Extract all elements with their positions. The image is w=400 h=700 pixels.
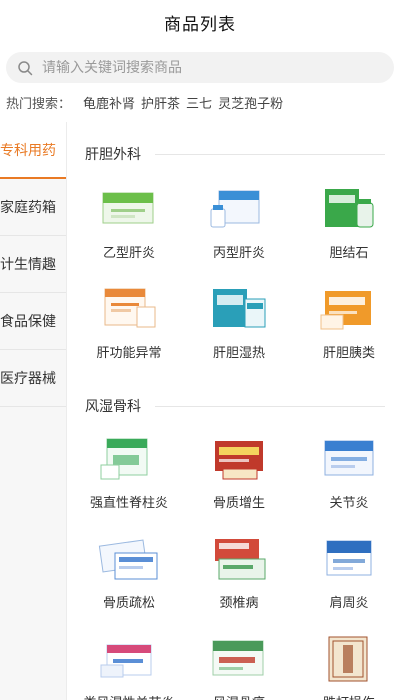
- product-item[interactable]: 骨质增生: [184, 434, 294, 514]
- product-item[interactable]: 胆结石: [294, 184, 400, 264]
- hot-search-item[interactable]: 龟鹿补肾: [83, 93, 135, 112]
- sidebar-item-specialty[interactable]: 专科用药: [0, 122, 66, 179]
- red-green-box-icon: [206, 534, 272, 584]
- sidebar-item-label: 食品保健: [0, 314, 56, 330]
- product-item[interactable]: 肝胆湿热: [184, 284, 294, 364]
- product-label: 风湿骨痛: [213, 692, 265, 700]
- product-item[interactable]: 关节炎: [294, 434, 400, 514]
- product-item[interactable]: 肝胆胰类: [294, 284, 400, 364]
- section-title-text: 肝胆外科: [85, 147, 141, 163]
- section-title: 风湿骨科: [85, 396, 385, 416]
- green-drug-box-icon: [96, 434, 162, 484]
- product-label: 强直性脊柱炎: [89, 496, 168, 511]
- green-box-bottle-icon: [316, 184, 382, 234]
- product-label: 肝功能异常: [96, 346, 162, 361]
- category-sidebar: 专科用药 家庭药箱 计生情趣 食品保健 医疗器械: [0, 122, 67, 700]
- section-title-text: 风湿骨科: [85, 399, 141, 415]
- product-item[interactable]: 跌打损伤: [294, 634, 400, 700]
- hot-search-item[interactable]: 灵芝孢子粉: [218, 93, 283, 112]
- product-item[interactable]: 肩周炎: [294, 534, 400, 614]
- product-item[interactable]: 丙型肝炎: [184, 184, 294, 264]
- product-label: 骨质增生: [212, 496, 265, 511]
- sidebar-item-label: 家庭药箱: [0, 200, 56, 216]
- red-drug-box-icon: [206, 434, 272, 484]
- search-bar[interactable]: [6, 52, 394, 83]
- green-red-box-icon: [206, 634, 272, 684]
- top-bar: 商品列表: [0, 0, 400, 44]
- sidebar-item-label: 医疗器械: [0, 371, 56, 387]
- product-label: 肩周炎: [329, 596, 369, 611]
- hot-search-label: 热门搜索：: [6, 96, 72, 112]
- product-item[interactable]: 骨质疏松: [74, 534, 184, 614]
- sidebar-item-family-planning[interactable]: 计生情趣: [0, 236, 66, 293]
- blue-drug-box-icon: [316, 434, 382, 484]
- teal-drug-box-icon: [206, 284, 272, 334]
- divider: [155, 153, 385, 155]
- section-title: 肝胆外科: [85, 144, 385, 164]
- product-label: 骨质疏松: [102, 596, 155, 611]
- blister-pack-icon: [96, 534, 162, 584]
- sidebar-item-home-kit[interactable]: 家庭药箱: [0, 179, 66, 236]
- product-label: 乙型肝炎: [102, 246, 155, 261]
- product-label: 类风湿性关节炎: [83, 692, 174, 700]
- product-item[interactable]: 乙型肝炎: [74, 184, 184, 264]
- pink-blue-box-icon: [96, 634, 162, 684]
- green-drug-box-icon: [96, 184, 162, 234]
- search-icon: [16, 59, 34, 77]
- product-content: 肝胆外科 乙型肝炎 丙型肝炎 胆结石 肝功能异常 肝胆湿热 肝胆胰类 风湿骨科 …: [68, 122, 400, 700]
- product-label: 肝胆胰类: [322, 346, 375, 361]
- divider: [155, 405, 385, 407]
- product-item[interactable]: 颈椎病: [184, 534, 294, 614]
- product-label: 丙型肝炎: [212, 246, 265, 261]
- brown-box-icon: [316, 634, 382, 684]
- sidebar-item-medical-devices[interactable]: 医疗器械: [0, 350, 66, 407]
- product-item[interactable]: 肝功能异常: [74, 284, 184, 364]
- orange-drug-box-icon: [96, 284, 162, 334]
- blue-drug-box-bottle-icon: [206, 184, 272, 234]
- sidebar-item-label: 专科用药: [0, 142, 56, 159]
- hot-search-item[interactable]: 护肝茶: [141, 93, 180, 112]
- product-item[interactable]: 风湿骨痛: [184, 634, 294, 700]
- hot-search-item[interactable]: 三七: [186, 93, 212, 112]
- hot-search: 热门搜索： 龟鹿补肾 护肝茶 三七 灵芝孢子粉: [6, 92, 289, 112]
- product-label: 跌打损伤: [323, 692, 375, 700]
- product-label: 胆结石: [329, 246, 369, 261]
- product-item[interactable]: 类风湿性关节炎: [74, 634, 184, 700]
- product-label: 肝胆湿热: [212, 346, 265, 361]
- product-label: 关节炎: [329, 496, 369, 511]
- product-item[interactable]: 强直性脊柱炎: [74, 434, 184, 514]
- page-title: 商品列表: [164, 14, 236, 35]
- sidebar-item-label: 计生情趣: [0, 257, 56, 273]
- search-input[interactable]: [42, 59, 372, 76]
- blue-white-box-icon: [316, 534, 382, 584]
- product-label: 颈椎病: [219, 596, 259, 611]
- orange-blister-box-icon: [316, 284, 382, 334]
- sidebar-item-health-food[interactable]: 食品保健: [0, 293, 66, 350]
